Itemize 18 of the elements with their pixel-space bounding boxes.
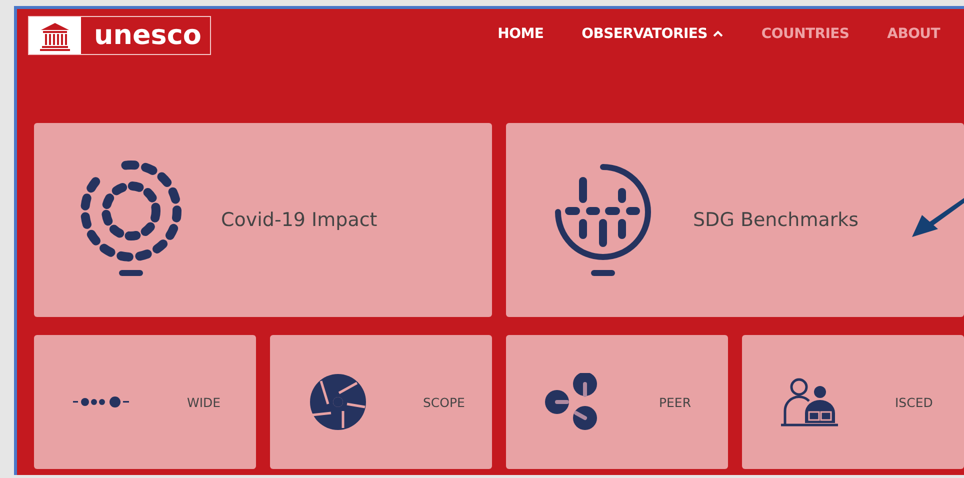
logo-text: unesco (93, 19, 202, 53)
observatory-card[interactable]: SDG Benchmarks (506, 123, 964, 317)
observatory-card[interactable]: Covid-19 Impact (34, 123, 492, 317)
nav-dropdown[interactable]: OBSERVATORIES (582, 26, 724, 42)
nav-link[interactable]: COUNTRIES (761, 26, 850, 42)
observatory-card[interactable]: ISCED (742, 335, 964, 469)
teacher-student-icon (781, 377, 839, 427)
dotted-line-icon (73, 395, 131, 409)
nav-link[interactable]: HOME (498, 26, 544, 42)
dotted-globe-icon (78, 158, 184, 276)
temple-icon (39, 20, 71, 50)
annotation-arrow (912, 198, 964, 237)
observatory-card[interactable]: PEER (506, 335, 728, 469)
observatory-card[interactable]: SCOPE (270, 335, 492, 469)
linked-circles-icon (545, 373, 599, 431)
aperture-icon (309, 373, 367, 431)
observatory-card[interactable]: WIDE (34, 335, 256, 469)
nav-link[interactable]: ABOUT (887, 26, 940, 42)
